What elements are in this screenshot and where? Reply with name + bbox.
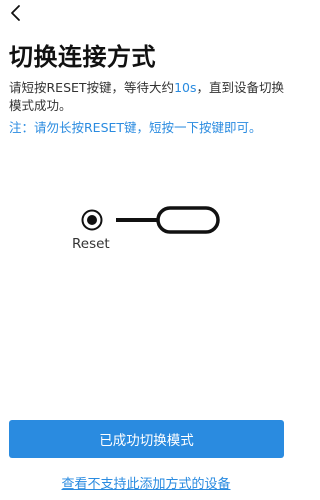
- back-button[interactable]: [6, 2, 28, 24]
- chevron-left-icon: [11, 5, 20, 21]
- unsupported-devices-link[interactable]: 查看不支持此添加方式的设备: [0, 473, 292, 492]
- instruction-text-part1: 请短按RESET按键，等待大约: [9, 80, 175, 95]
- reset-label: Reset: [72, 236, 110, 252]
- page-title: 切换连接方式: [9, 43, 156, 71]
- mode-switched-button[interactable]: 已成功切换模式: [9, 420, 284, 458]
- warning-note: 注：请勿长按RESET键，短按一下按键即可。: [9, 120, 262, 135]
- wait-time-highlight: 10s: [174, 80, 197, 95]
- instruction-text: 请短按RESET按键，等待大约10s，直到设备切换模式成功。: [9, 79, 285, 115]
- pin-handle: [156, 206, 220, 234]
